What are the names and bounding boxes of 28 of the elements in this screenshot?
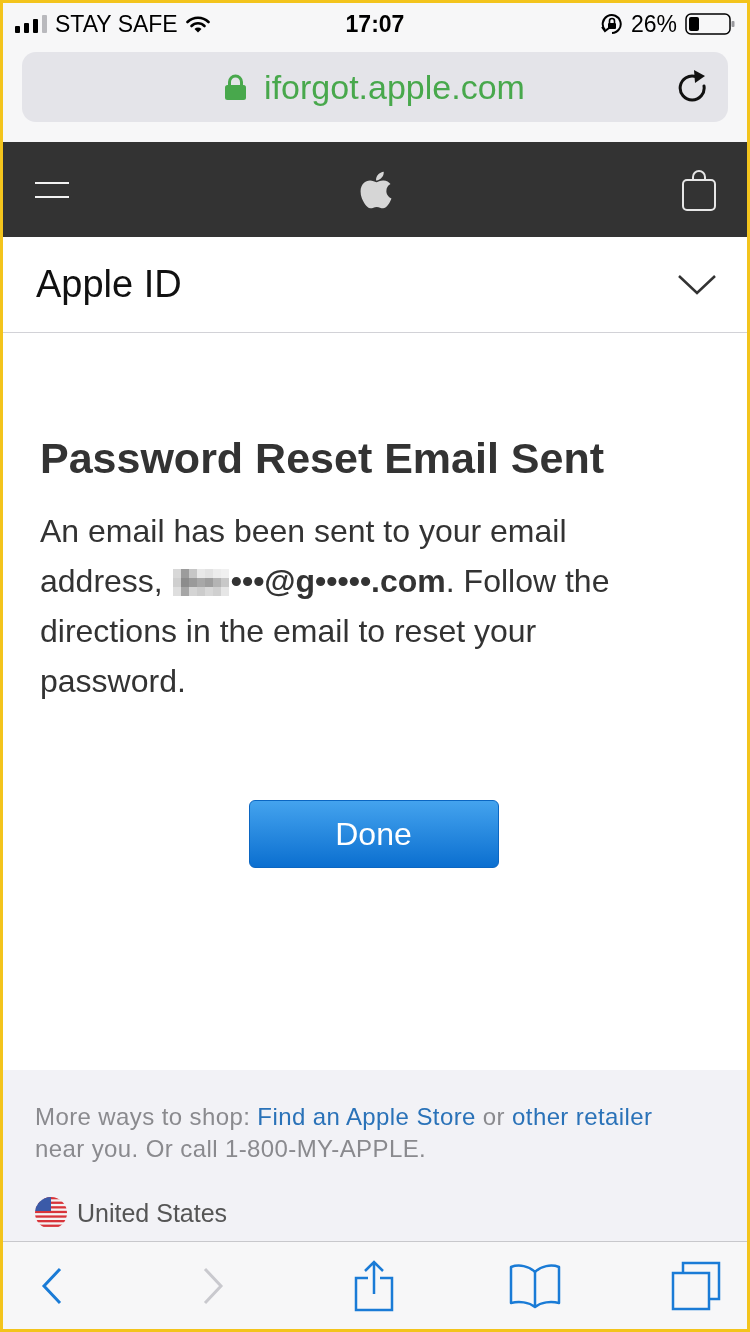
tabs-icon xyxy=(671,1260,721,1311)
status-time: 17:07 xyxy=(345,10,405,38)
page-heading: Password Reset Email Sent xyxy=(40,433,605,483)
signal-icon xyxy=(15,15,47,33)
country-name[interactable]: United States xyxy=(77,1198,228,1228)
battery-icon xyxy=(685,13,735,35)
shopping-bag-icon[interactable] xyxy=(682,168,716,211)
share-icon xyxy=(354,1259,394,1312)
rotation-lock-icon xyxy=(600,13,623,35)
shop-info-text: More ways to shop: Find an Apple Store or other retailer near you. Or call 1-800-MY-APPLE. xyxy=(35,1102,654,1164)
chevron-right-icon xyxy=(202,1266,224,1305)
footer-link[interactable]: Find an Apple Store xyxy=(257,1103,476,1130)
done-button[interactable]: Done xyxy=(248,800,499,868)
footer-link[interactable]: other retailer xyxy=(512,1103,653,1130)
section-title: Apple ID xyxy=(36,263,182,306)
redaction-mosaic-icon xyxy=(172,569,229,596)
section-header[interactable]: Apple ID xyxy=(3,237,747,333)
url-text: iforgot.apple.com xyxy=(264,67,525,107)
message-text: An email has been sent to your email address, •••@g•••••.com. Follow the directions in the email to reset your password. xyxy=(40,512,611,701)
menu-icon[interactable] xyxy=(35,181,69,198)
battery-percentage: 26% xyxy=(630,10,677,38)
wifi-icon xyxy=(185,15,210,33)
carrier-name: STAY SAFE xyxy=(55,10,178,38)
chevron-down-icon[interactable] xyxy=(678,274,716,295)
address-bar[interactable]: iforgot.apple.com xyxy=(22,52,728,122)
chevron-left-icon xyxy=(41,1266,63,1305)
book-icon xyxy=(509,1262,561,1309)
flag-icon xyxy=(35,1197,67,1229)
